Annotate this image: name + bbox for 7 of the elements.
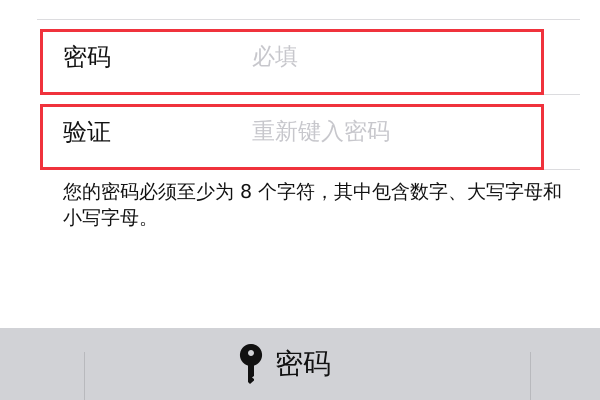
input-field[interactable]: 必填 <box>252 44 552 70</box>
key-icon <box>239 344 263 384</box>
field-label: 验证 <box>63 117 112 148</box>
field-label: 密码 <box>63 42 112 73</box>
input-field[interactable]: 重新键入密码 <box>252 119 552 145</box>
password-button[interactable]: 密码 <box>233 340 337 388</box>
password-hint: 您的密码必须至少为 8 个字符，其中包含数字、大写字母和小写字母。 <box>63 180 563 231</box>
